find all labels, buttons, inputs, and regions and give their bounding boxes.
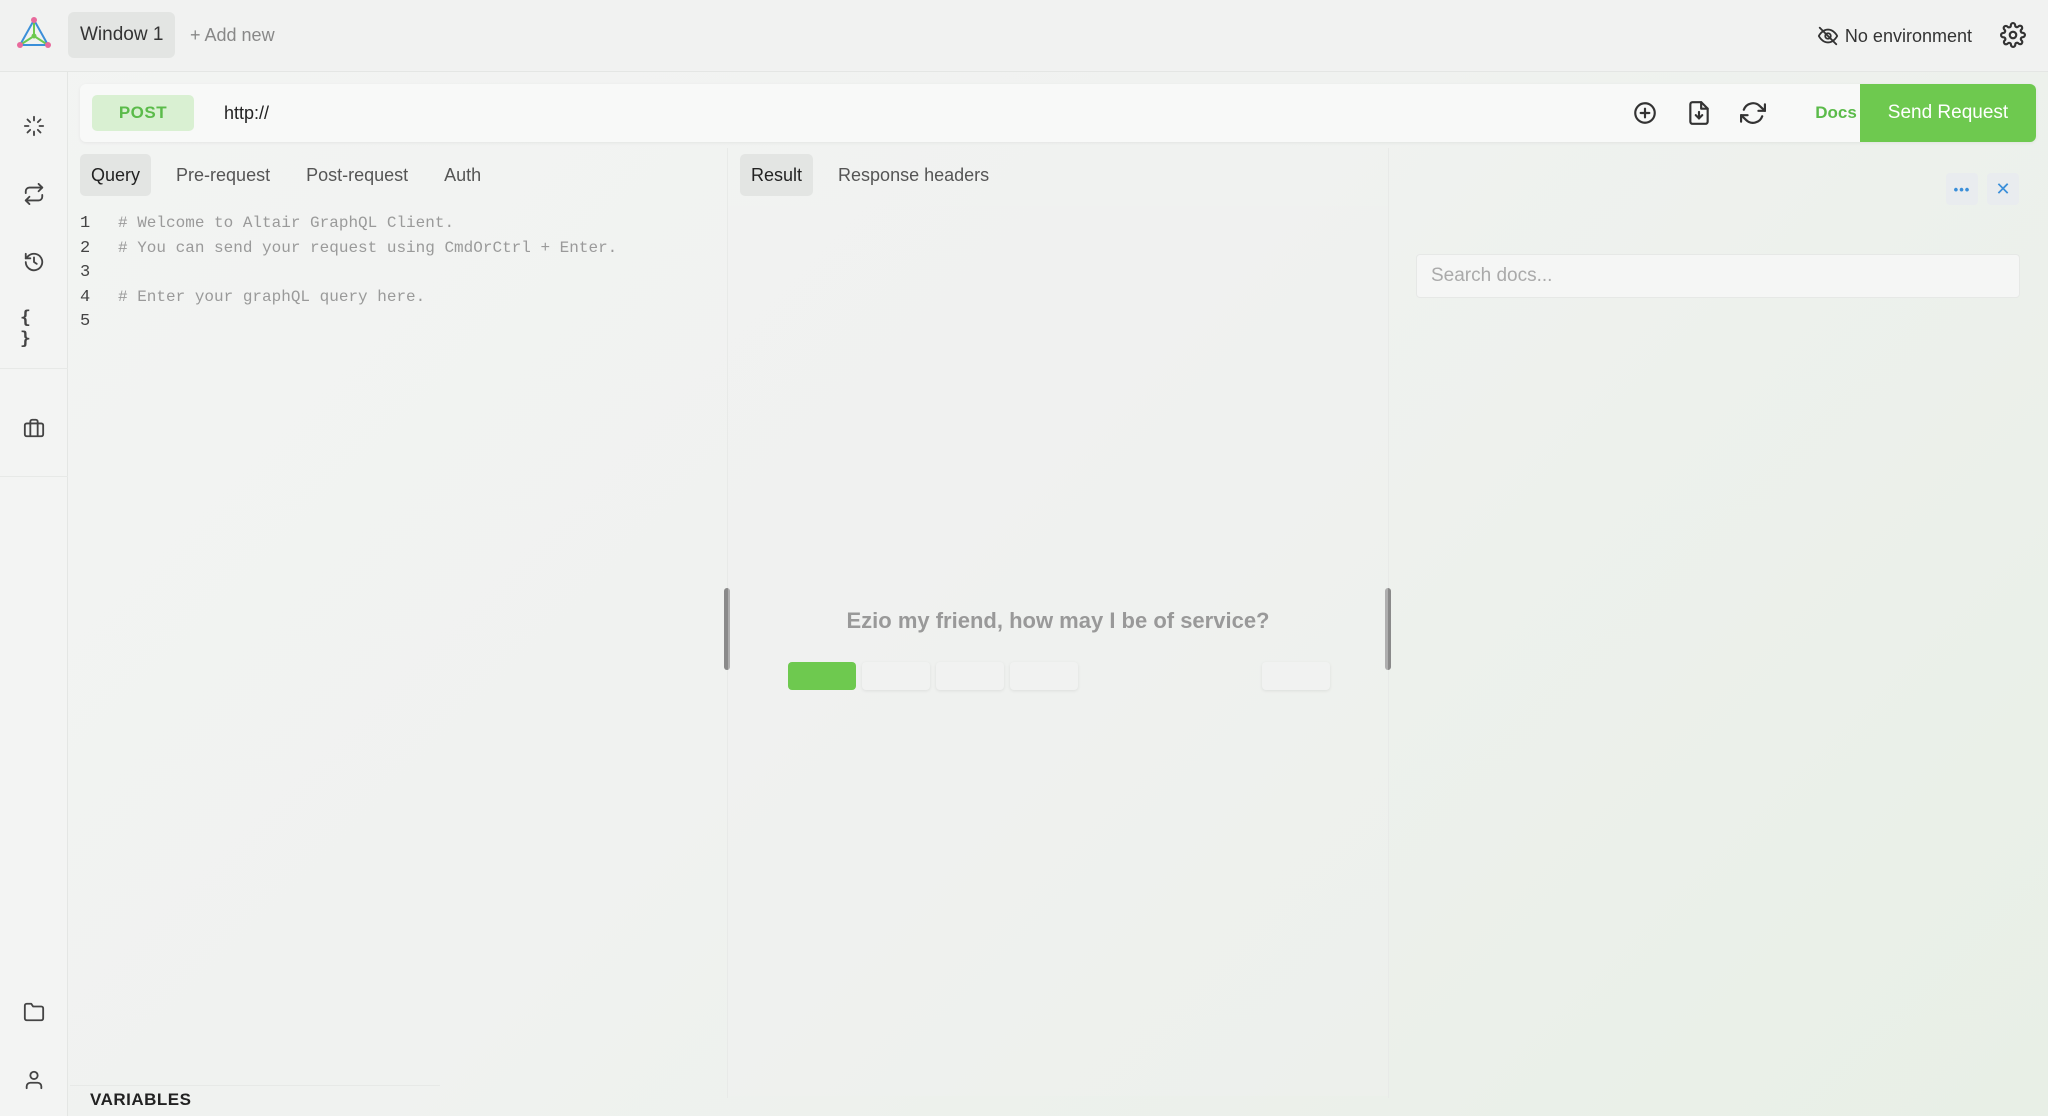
environment-label: No environment xyxy=(1844,25,1972,46)
sidebar-divider xyxy=(0,368,68,369)
code-text: # You can send your request using CmdOrC… xyxy=(118,238,618,257)
line-number: 4 xyxy=(80,287,91,307)
line-number: 2 xyxy=(80,238,91,258)
variables-divider xyxy=(70,1085,440,1086)
variables-header[interactable]: VARIABLES xyxy=(90,1090,191,1110)
line-number: 3 xyxy=(80,263,91,282)
shortcut-placeholder[interactable] xyxy=(1262,662,1330,690)
file-download-icon[interactable] xyxy=(1686,100,1712,126)
tab-result[interactable]: Result xyxy=(740,154,814,196)
sidebar: { } xyxy=(0,72,68,1116)
code-line: 2 # You can send your request using CmdO… xyxy=(70,239,720,264)
method-select[interactable]: POST xyxy=(92,95,194,131)
docs-close-button[interactable]: ✕ xyxy=(1987,173,2019,205)
code-line: 3 xyxy=(70,263,720,288)
search-docs-input[interactable] xyxy=(1416,254,2020,298)
result-tabs: Result Response headers xyxy=(740,154,1000,196)
line-number: 5 xyxy=(80,312,91,331)
code-line: 5 xyxy=(70,312,720,337)
loader-icon[interactable] xyxy=(20,112,48,140)
shortcut-placeholder[interactable] xyxy=(1010,662,1078,690)
query-editor[interactable]: 1 # Welcome to Altair GraphQL Client. 2 … xyxy=(70,214,720,337)
shortcut-placeholder[interactable] xyxy=(862,662,930,690)
result-greeting: Ezio my friend, how may I be of service? xyxy=(846,608,1270,633)
shortcut-placeholder[interactable] xyxy=(788,662,856,690)
docs-more-button[interactable]: ••• xyxy=(1946,173,1978,205)
window-tab[interactable]: Window 1 xyxy=(68,12,176,58)
url-input[interactable] xyxy=(224,96,1624,130)
code-text: # Enter your graphQL query here. xyxy=(118,287,426,306)
user-icon[interactable] xyxy=(20,1066,48,1094)
code-line: 4 # Enter your graphQL query here. xyxy=(70,288,720,313)
refresh-icon[interactable] xyxy=(1740,100,1766,126)
tab-query[interactable]: Query xyxy=(80,154,152,196)
briefcase-icon[interactable] xyxy=(20,414,48,442)
braces-icon[interactable]: { } xyxy=(20,307,48,349)
request-bar: POST Docs Send Request xyxy=(80,84,2036,142)
environment-selector[interactable]: No environment xyxy=(1817,20,1972,52)
shortcut-placeholder[interactable] xyxy=(936,662,1004,690)
tab-pre-request[interactable]: Pre-request xyxy=(165,154,281,196)
history-icon[interactable] xyxy=(20,248,48,276)
gear-icon[interactable] xyxy=(2000,22,2026,48)
top-bar: Window 1 + Add new No environment xyxy=(0,0,2048,72)
plus-circle-icon[interactable] xyxy=(1632,100,1658,126)
query-tabs: Query Pre-request Post-request Auth xyxy=(80,154,492,196)
tab-auth[interactable]: Auth xyxy=(433,154,492,196)
folder-icon[interactable] xyxy=(20,998,48,1026)
altair-logo-icon[interactable] xyxy=(16,16,52,52)
eye-off-icon xyxy=(1817,25,1839,47)
result-area xyxy=(728,206,1388,1096)
code-text: # Welcome to Altair GraphQL Client. xyxy=(118,214,455,232)
tab-response-headers[interactable]: Response headers xyxy=(827,154,1000,196)
tab-post-request[interactable]: Post-request xyxy=(295,154,419,196)
sidebar-divider xyxy=(0,476,68,477)
add-new-window-button[interactable]: + Add new xyxy=(190,12,275,58)
send-request-button[interactable]: Send Request xyxy=(1860,84,2036,142)
line-number: 1 xyxy=(80,214,91,233)
code-line: 1 # Welcome to Altair GraphQL Client. xyxy=(70,214,720,239)
repeat-icon[interactable] xyxy=(20,180,48,208)
